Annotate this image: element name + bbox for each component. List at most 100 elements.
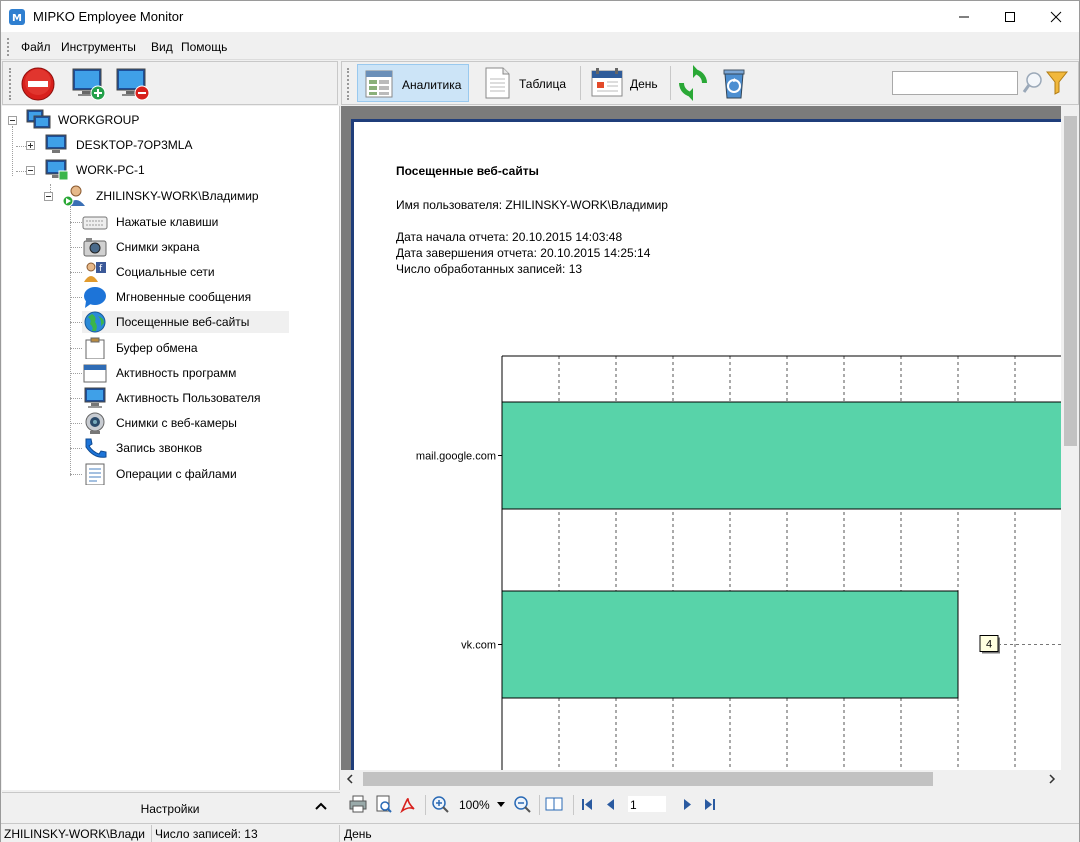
status-separator xyxy=(339,825,340,842)
first-page-icon[interactable] xyxy=(581,798,595,812)
tree-node-user[interactable]: ZHILINSKY-WORK\Владимир xyxy=(42,185,282,207)
application-window-icon xyxy=(83,364,107,383)
vertical-scroll-thumb[interactable] xyxy=(1064,116,1077,446)
collapse-icon[interactable] xyxy=(8,116,17,125)
zoom-out-icon[interactable] xyxy=(513,795,531,813)
tree-item-keystrokes[interactable]: Нажатые клавиши xyxy=(82,211,292,233)
scroll-left-icon[interactable] xyxy=(345,774,355,784)
status-view-mode: День xyxy=(344,827,372,841)
print-preview-icon[interactable] xyxy=(374,795,392,813)
settings-panel-toggle[interactable]: Настройки xyxy=(2,792,340,822)
tree-node-workgroup[interactable]: WORKGROUP xyxy=(6,109,206,131)
day-label: День xyxy=(630,77,658,91)
tree-line xyxy=(70,373,82,374)
tree-label-user: ZHILINSKY-WORK\Владимир xyxy=(96,189,259,203)
report-record-count: Число обработанных записей: 13 xyxy=(396,262,583,276)
menu-help[interactable]: Помощь xyxy=(181,40,227,54)
nav-separator xyxy=(573,795,574,815)
pdf-export-icon[interactable] xyxy=(399,795,417,813)
chart-bar-1[interactable] xyxy=(501,590,959,699)
horizontal-scroll-thumb[interactable] xyxy=(363,772,933,786)
menu-file[interactable]: Файл xyxy=(21,40,51,54)
chevron-down-icon[interactable] xyxy=(497,802,505,808)
chevron-up-icon xyxy=(315,802,327,810)
tree-item-webcam[interactable]: Снимки с веб-камеры xyxy=(82,412,292,434)
tab-analytics[interactable]: Аналитика xyxy=(357,64,469,102)
expand-icon[interactable] xyxy=(26,141,35,150)
tree-item-label: Операции с файлами xyxy=(116,467,237,481)
window-title: MIPKO Employee Monitor xyxy=(33,9,184,24)
report-start-date: Дата начала отчета: 20.10.2015 14:03:48 xyxy=(396,230,623,244)
tree-item-program-activity[interactable]: Активность программ xyxy=(82,362,292,384)
collapse-icon[interactable] xyxy=(26,166,35,175)
tree-item-messages[interactable]: Мгновенные сообщения xyxy=(82,286,292,308)
close-button[interactable] xyxy=(1033,1,1079,32)
previous-page-icon[interactable] xyxy=(605,798,619,812)
menu-view[interactable]: Вид xyxy=(151,40,173,54)
left-toolbar xyxy=(2,61,338,105)
table-document-icon xyxy=(485,67,510,99)
zoom-in-icon[interactable] xyxy=(431,795,449,813)
tree-item-websites[interactable]: Посещенные веб-сайты xyxy=(82,311,289,333)
user-icon xyxy=(62,185,85,207)
next-page-icon[interactable] xyxy=(681,798,695,812)
tree-item-screenshots[interactable]: Снимки экрана xyxy=(82,236,292,258)
stop-icon xyxy=(21,67,55,101)
tree-item-calls[interactable]: Запись звонков xyxy=(82,437,292,459)
filter-button[interactable] xyxy=(1045,70,1069,96)
tree-item-label: Снимки с веб-камеры xyxy=(116,416,237,430)
tree-item-label: Снимки экрана xyxy=(116,240,200,254)
horizontal-scrollbar[interactable] xyxy=(341,770,1061,788)
chart-category-label: mail.google.com xyxy=(416,451,496,463)
scroll-right-icon[interactable] xyxy=(1047,774,1057,784)
tree-item-label: Запись звонков xyxy=(116,441,203,455)
report-title: Посещенные веб-сайты xyxy=(396,164,539,178)
menu-tools[interactable]: Инструменты xyxy=(61,40,136,54)
zoom-level[interactable]: 100% xyxy=(459,798,490,812)
chart-bar-0[interactable] xyxy=(501,401,1071,510)
print-icon[interactable] xyxy=(349,795,367,813)
minimize-icon xyxy=(959,16,969,18)
tree-item-social[interactable]: f Социальные сети xyxy=(82,261,292,283)
tree-label-desktop: DESKTOP-7OP3MLA xyxy=(76,138,193,152)
table-label: Таблица xyxy=(519,77,567,91)
tree-item-file-operations[interactable]: Операции с файлами xyxy=(82,463,292,485)
websites-bar-chart: mail.google.com vk.com 4 xyxy=(416,355,1071,772)
tree-item-clipboard[interactable]: Буфер обмена xyxy=(82,337,292,359)
tree-line xyxy=(70,398,82,399)
add-computer-button[interactable] xyxy=(69,64,109,102)
report-end-date: Дата завершения отчета: 20.10.2015 14:25… xyxy=(396,246,651,260)
collapse-icon[interactable] xyxy=(44,192,53,201)
tree-item-label: Мгновенные сообщения xyxy=(116,290,252,304)
tree-node-desktop[interactable]: DESKTOP-7OP3MLA xyxy=(24,134,224,156)
last-page-icon[interactable] xyxy=(703,798,717,812)
tab-day[interactable]: День xyxy=(588,64,666,102)
toolbar-grip xyxy=(9,68,12,100)
search-button[interactable] xyxy=(1022,70,1044,96)
remove-computer-button[interactable] xyxy=(113,64,153,102)
document-map-icon[interactable] xyxy=(545,795,565,813)
filter-icon xyxy=(1045,71,1069,95)
maximize-button[interactable] xyxy=(987,1,1033,32)
clear-log-button[interactable] xyxy=(718,64,750,102)
tree-line xyxy=(12,126,13,176)
tree-node-work-pc[interactable]: WORK-PC-1 xyxy=(24,159,224,181)
computer-tree: WORKGROUP DESKTOP-7OP3MLA WORK-PC-1 ZHIL… xyxy=(2,106,340,790)
tab-table[interactable]: Таблица xyxy=(477,64,573,102)
chart-category-label: vk.com xyxy=(461,640,496,652)
app-logo-icon: M xyxy=(9,9,25,25)
nav-separator xyxy=(539,795,540,815)
vertical-scrollbar[interactable] xyxy=(1061,106,1079,772)
stop-monitoring-button[interactable] xyxy=(19,64,57,102)
refresh-button[interactable] xyxy=(675,64,711,102)
phone-icon xyxy=(85,438,107,458)
title-bar: M MIPKO Employee Monitor xyxy=(1,1,1079,32)
minimize-button[interactable] xyxy=(941,1,987,32)
tree-item-user-activity[interactable]: Активность Пользователя xyxy=(82,387,292,409)
tree-line xyxy=(70,423,82,424)
computer-online-icon xyxy=(45,159,69,181)
search-input[interactable] xyxy=(892,71,1018,95)
report-user: Имя пользователя: ZHILINSKY-WORK\Владими… xyxy=(396,198,668,212)
page-number-input[interactable]: 1 xyxy=(627,795,667,813)
chart-data-label: 4 xyxy=(986,639,992,651)
